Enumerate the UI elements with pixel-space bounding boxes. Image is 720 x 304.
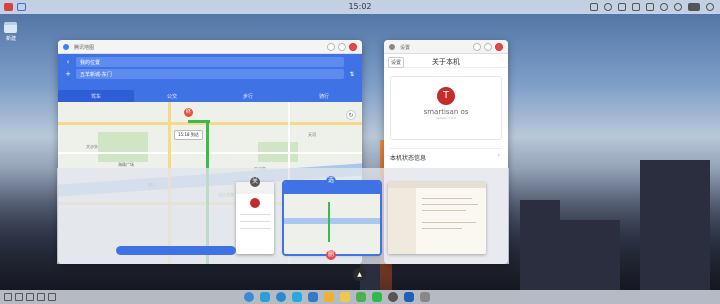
dock-apps <box>244 292 430 302</box>
maps-window-title: 腾讯地图 <box>74 45 95 51</box>
trash-app-icon[interactable] <box>420 292 430 302</box>
smartisan-logo-icon <box>250 198 260 208</box>
destination-field[interactable]: 五羊新城-东门 <box>76 69 344 79</box>
map-park <box>98 132 148 162</box>
folder-icon <box>4 22 17 33</box>
camera-app-icon[interactable] <box>388 292 398 302</box>
settings-titlebar[interactable]: 设置 <box>384 40 508 54</box>
start-navigation-button[interactable] <box>116 246 236 255</box>
trash-icon[interactable] <box>646 3 654 11</box>
camera-icon[interactable] <box>632 3 640 11</box>
tab-drive[interactable]: 驾车 <box>58 90 134 102</box>
route-line <box>188 120 210 123</box>
tab-transit[interactable]: 公交 <box>134 90 210 102</box>
calendar-app-icon[interactable] <box>308 292 318 302</box>
travel-mode-tabs: 驾车 公交 步行 骑行 <box>58 90 362 102</box>
desktop-folder[interactable]: 新建 <box>4 22 18 42</box>
notes-app-icon[interactable] <box>324 292 334 302</box>
swap-route-icon[interactable]: ⇅ <box>347 71 357 78</box>
minimize-button[interactable] <box>473 43 481 51</box>
origin-field[interactable]: 我的位置 <box>76 57 344 67</box>
desktop-folder-label: 新建 <box>5 36 16 42</box>
settings-header: 设置 关于本机 <box>384 54 508 68</box>
dock-forward-icon[interactable] <box>37 293 45 301</box>
route-panel: ‹ 我的位置 + 五羊新城-东门 ⇅ 驾车 公交 步行 骑行 <box>58 54 362 102</box>
user-icon[interactable] <box>706 3 714 11</box>
wallpaper-building <box>560 220 620 290</box>
top-status-bar: 15:02 <box>0 0 720 14</box>
chevron-right-icon: › <box>497 152 500 159</box>
thumbnail-badge[interactable]: 删 <box>326 250 336 260</box>
map-road <box>58 152 362 154</box>
smartisan-logo-icon: T <box>437 87 455 105</box>
folder-app-icon[interactable] <box>340 292 350 302</box>
dock-back-icon[interactable] <box>26 293 34 301</box>
maps-window-thumbnail[interactable] <box>282 180 382 256</box>
window-thumbnail[interactable] <box>236 182 274 254</box>
minimize-button[interactable] <box>327 43 335 51</box>
add-stop-icon[interactable]: + <box>63 70 73 78</box>
os-version: version 7.0.0 <box>436 116 456 120</box>
cloud-icon[interactable] <box>604 3 612 11</box>
settings-icon[interactable] <box>618 3 626 11</box>
route-eta-bubble[interactable]: 15:18 到达 <box>174 130 203 140</box>
battery-icon[interactable] <box>688 3 700 11</box>
wallpaper-building <box>640 160 710 290</box>
map-river <box>284 218 380 224</box>
route-line <box>328 202 330 242</box>
settings-app-icon <box>389 44 395 50</box>
eye-app-icon[interactable] <box>404 292 414 302</box>
chat-app-icon[interactable] <box>260 292 270 302</box>
dock-grid-icon[interactable] <box>4 293 12 301</box>
os-name: smartisan os <box>423 108 469 116</box>
wifi-icon[interactable] <box>674 3 682 11</box>
mail-app-icon[interactable] <box>292 292 302 302</box>
wallpaper-building <box>520 200 560 290</box>
dock-window-icon[interactable] <box>15 293 23 301</box>
close-button[interactable] <box>349 43 357 51</box>
task-switcher-button[interactable]: ▲ <box>353 268 366 281</box>
maps-titlebar[interactable]: 腾讯地图 <box>58 40 362 54</box>
dock <box>0 290 720 304</box>
about-card: T smartisan os version 7.0.0 <box>390 76 502 140</box>
screenshot-icon[interactable] <box>590 3 598 11</box>
thumbnail-badge[interactable]: 选 <box>326 176 336 186</box>
back-arrow-icon[interactable]: ‹ <box>63 58 73 66</box>
status-info-row[interactable]: 本机状态信息 › <box>390 148 502 162</box>
map-label: 大沙头 <box>86 144 98 149</box>
chrome-app-icon[interactable] <box>356 292 366 302</box>
dock-desktop-icon[interactable] <box>48 293 56 301</box>
maps-app-icon <box>63 44 69 50</box>
wechat-app-icon[interactable] <box>372 292 382 302</box>
page-title: 关于本机 <box>432 58 460 66</box>
thumbnail-badge[interactable]: 关 <box>250 177 260 187</box>
maximize-button[interactable] <box>484 43 492 51</box>
document-window-thumbnail[interactable] <box>388 182 486 254</box>
status-info-label: 本机状态信息 <box>390 155 427 162</box>
settings-window-title: 设置 <box>400 45 411 51</box>
launcher-app-icon[interactable] <box>244 292 254 302</box>
tab-walk[interactable]: 步行 <box>210 90 286 102</box>
map-label: 天河 <box>308 132 316 137</box>
map-road <box>58 122 362 125</box>
browser-app-icon[interactable] <box>276 292 286 302</box>
destination-pin[interactable]: 终 <box>184 108 193 117</box>
tab-bike[interactable]: 骑行 <box>286 90 362 102</box>
refresh-icon[interactable]: ↻ <box>346 110 356 120</box>
maximize-button[interactable] <box>338 43 346 51</box>
close-button[interactable] <box>495 43 503 51</box>
bluetooth-icon[interactable] <box>660 3 668 11</box>
